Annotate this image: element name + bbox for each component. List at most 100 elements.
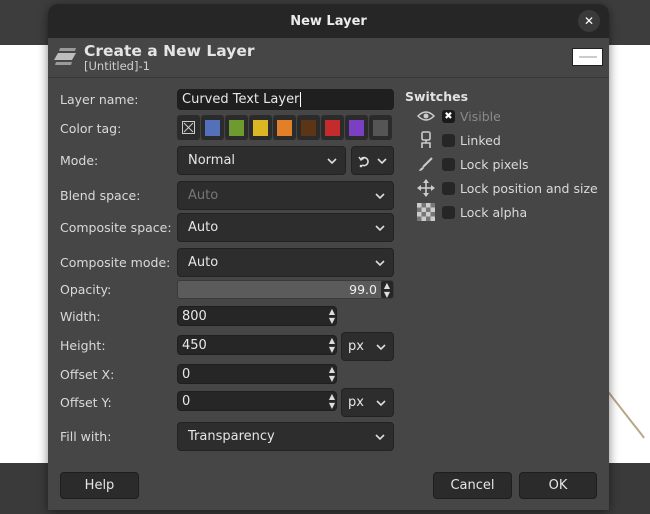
offset-unit-select[interactable]: px (341, 388, 394, 417)
offset-unit-value: px (348, 395, 364, 410)
color-tag-red[interactable] (321, 115, 344, 140)
close-button[interactable]: ✕ (578, 10, 600, 32)
mode-group-select[interactable] (351, 146, 394, 175)
help-button[interactable]: Help (60, 472, 139, 499)
switches-heading: Switches (405, 89, 469, 104)
switch-visible[interactable]: ✖ Visible (416, 107, 501, 125)
size-unit-value: px (348, 339, 364, 354)
color-tag-yellow[interactable] (249, 115, 272, 140)
lock-position-checkbox[interactable] (442, 181, 455, 195)
spin-up-icon[interactable]: ▲ (329, 307, 335, 316)
lock-pixels-label: Lock pixels (460, 156, 529, 172)
image-thumbnail (572, 48, 603, 66)
color-tag-label: Color tag: (60, 121, 122, 136)
offset-x-spin-buttons[interactable]: ▲ ▼ (326, 365, 338, 383)
spin-down-icon[interactable]: ▼ (329, 345, 335, 354)
opacity-spin-buttons[interactable]: ▲ ▼ (381, 281, 393, 299)
lock-alpha-label: Lock alpha (460, 204, 528, 220)
blend-space-value: Auto (188, 188, 219, 203)
chevron-down-icon (377, 157, 387, 164)
chevron-down-icon (375, 259, 385, 266)
color-tag-violet[interactable] (345, 115, 368, 140)
chevron-down-icon (327, 157, 337, 164)
no-color-icon (182, 121, 195, 134)
ok-button[interactable]: OK (519, 472, 597, 499)
chevron-down-icon (376, 343, 386, 350)
width-value: 800 (182, 308, 207, 324)
opacity-value: 99.0 (349, 282, 377, 297)
lock-alpha-checkbox[interactable] (442, 205, 455, 219)
composite-space-value: Auto (188, 220, 219, 235)
layer-name-input[interactable]: Curved Text Layer (177, 89, 394, 110)
width-input[interactable]: 800 (177, 306, 337, 326)
fill-with-select[interactable]: Transparency (177, 422, 394, 451)
cancel-button[interactable]: Cancel (433, 472, 512, 499)
fill-with-label: Fill with: (60, 429, 112, 444)
blend-space-select[interactable]: Auto (177, 181, 394, 210)
spin-up-icon[interactable]: ▲ (384, 281, 390, 290)
composite-space-label: Composite space: (60, 220, 172, 235)
spin-up-icon[interactable]: ▲ (329, 365, 335, 374)
offset-x-value: 0 (182, 366, 191, 382)
mode-select[interactable]: Normal (177, 146, 346, 175)
composite-mode-value: Auto (188, 255, 219, 270)
chevron-down-icon (375, 224, 385, 231)
image-name: [Untitled]-1 (84, 59, 150, 73)
switch-lock-pixels[interactable]: Lock pixels (416, 155, 529, 173)
spin-down-icon[interactable]: ▼ (329, 374, 335, 383)
linked-label: Linked (460, 132, 501, 148)
height-input[interactable]: 450 (177, 335, 337, 355)
composite-mode-select[interactable]: Auto (177, 248, 394, 277)
height-label: Height: (60, 338, 106, 353)
linked-checkbox[interactable] (442, 133, 455, 147)
composite-space-select[interactable]: Auto (177, 213, 394, 242)
paintbrush-icon (419, 157, 433, 171)
opacity-slider[interactable]: 99.0 (177, 280, 394, 299)
height-spin-buttons[interactable]: ▲ ▼ (326, 336, 338, 354)
offset-y-spin-buttons[interactable]: ▲ ▼ (326, 392, 338, 410)
color-tag-orange[interactable] (273, 115, 296, 140)
mode-label: Mode: (60, 153, 99, 168)
checkerboard-icon (417, 203, 435, 221)
composite-mode-label: Composite mode: (60, 255, 171, 270)
dialog-titlebar: New Layer ✕ (48, 4, 609, 38)
switch-lock-position[interactable]: Lock position and size (416, 179, 598, 197)
height-value: 450 (182, 337, 207, 353)
offset-y-input[interactable]: 0 (177, 391, 337, 411)
spin-down-icon[interactable]: ▼ (329, 401, 335, 410)
size-unit-select[interactable]: px (341, 332, 394, 361)
chevron-down-icon (375, 192, 385, 199)
color-tag-green[interactable] (225, 115, 248, 140)
spin-down-icon[interactable]: ▼ (384, 290, 390, 299)
color-tag-none[interactable] (177, 115, 200, 140)
chevron-down-icon (375, 433, 385, 440)
blend-space-label: Blend space: (60, 188, 141, 203)
close-icon: ✕ (583, 14, 595, 28)
opacity-label: Opacity: (60, 282, 112, 297)
spin-down-icon[interactable]: ▼ (329, 316, 335, 325)
width-spin-buttons[interactable]: ▲ ▼ (326, 307, 338, 325)
chain-link-icon (421, 131, 431, 148)
color-tag-gray[interactable] (369, 115, 392, 140)
visible-label: Visible (460, 108, 501, 124)
eye-icon (417, 111, 435, 121)
color-tag-picker (177, 115, 394, 141)
color-tag-brown[interactable] (297, 115, 320, 140)
visible-checkbox[interactable]: ✖ (442, 109, 455, 123)
reset-icon (358, 156, 369, 167)
spin-up-icon[interactable]: ▲ (329, 336, 335, 345)
fill-with-value: Transparency (188, 429, 275, 444)
mode-value: Normal (188, 153, 236, 168)
layers-icon (54, 47, 76, 65)
offset-y-value: 0 (182, 393, 191, 409)
lock-pixels-checkbox[interactable] (442, 157, 455, 171)
color-tag-blue[interactable] (201, 115, 224, 140)
dialog-header: Create a New Layer [Untitled]-1 (48, 38, 609, 78)
lock-position-label: Lock position and size (460, 180, 598, 196)
offset-y-label: Offset Y: (60, 395, 112, 410)
switch-lock-alpha[interactable]: Lock alpha (416, 203, 527, 221)
spin-up-icon[interactable]: ▲ (329, 392, 335, 401)
switch-linked[interactable]: Linked (416, 131, 501, 149)
new-layer-dialog: New Layer ✕ Create a New Layer [Untitled… (48, 4, 609, 510)
offset-x-input[interactable]: 0 (177, 364, 337, 384)
